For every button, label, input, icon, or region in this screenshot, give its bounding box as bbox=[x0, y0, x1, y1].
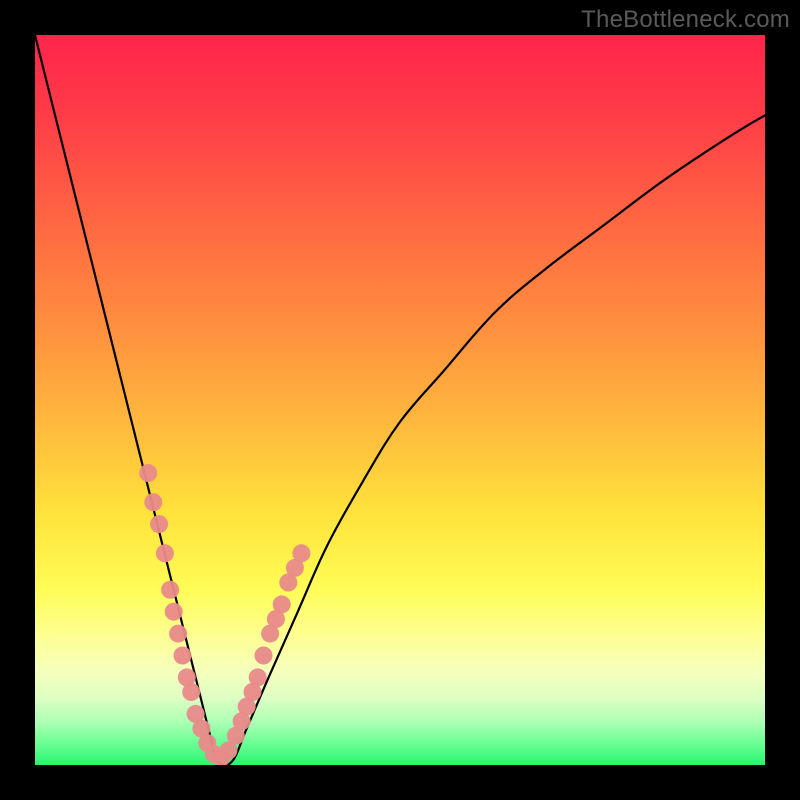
bottleneck-curve-path bbox=[35, 35, 765, 765]
curve-marker bbox=[150, 515, 168, 533]
curve-marker bbox=[273, 595, 291, 613]
curve-marker bbox=[144, 493, 162, 511]
curve-markers bbox=[139, 464, 310, 765]
curve-marker bbox=[174, 647, 192, 665]
curve-marker bbox=[156, 544, 174, 562]
curve-marker bbox=[292, 544, 310, 562]
curve-marker bbox=[161, 581, 179, 599]
chart-frame: TheBottleneck.com bbox=[0, 0, 800, 800]
curve-marker bbox=[182, 683, 200, 701]
curve-marker bbox=[169, 625, 187, 643]
curve-marker bbox=[255, 647, 273, 665]
curve-marker bbox=[139, 464, 157, 482]
curve-marker bbox=[165, 603, 183, 621]
curve-marker bbox=[249, 668, 267, 686]
watermark-text: TheBottleneck.com bbox=[581, 6, 790, 34]
curve-svg bbox=[35, 35, 765, 765]
plot-area bbox=[35, 35, 765, 765]
